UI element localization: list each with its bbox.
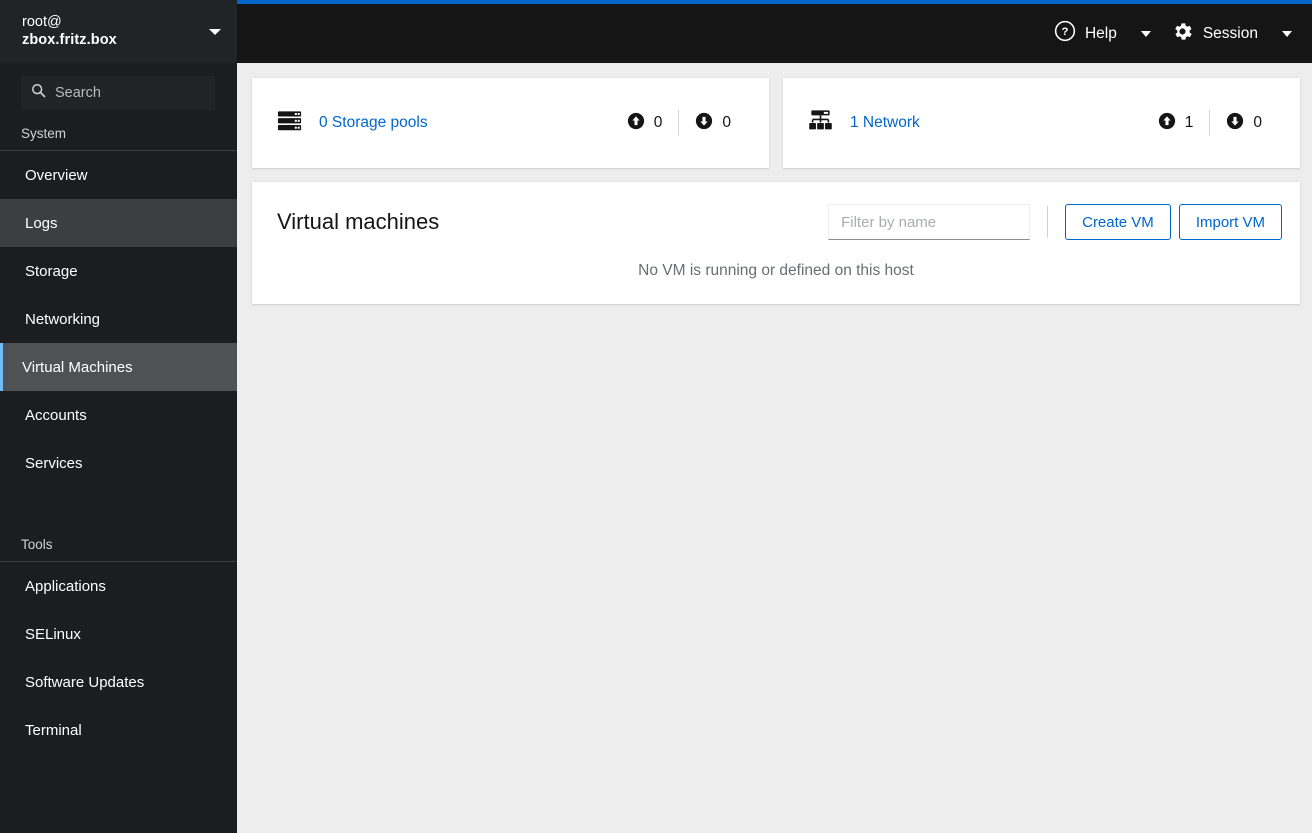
help-label: Help <box>1084 24 1117 42</box>
summary-card-row: 0 Storage pools 0 0 1 Network 1 0 <box>252 78 1300 168</box>
toolbar-divider <box>1047 206 1049 238</box>
storage-pools-card-left: 0 Storage pools <box>276 107 611 139</box>
networks-inactive-count: 0 <box>1253 114 1262 131</box>
help-button[interactable]: ? Help <box>1044 14 1127 53</box>
networks-card-left: 1 Network <box>807 107 1142 139</box>
sidebar-item-accounts[interactable]: Accounts <box>0 391 237 439</box>
networks-inactive-stat: 0 <box>1210 112 1278 135</box>
sidebar-item-networking[interactable]: Networking <box>0 295 237 343</box>
storage-pool-icon <box>276 107 303 139</box>
networks-link[interactable]: 1 Network <box>850 114 920 132</box>
storage-pools-inactive-stat: 0 <box>679 112 747 135</box>
session-button[interactable]: Session <box>1161 14 1268 54</box>
session-label: Session <box>1202 24 1258 42</box>
sidebar-item-services[interactable]: Services <box>0 439 237 487</box>
storage-pools-inactive-count: 0 <box>722 114 731 131</box>
virtual-machines-header: Virtual machines Create VM Import VM <box>252 182 1300 258</box>
session-caret-down-icon[interactable] <box>1282 30 1292 37</box>
virtual-machines-card: Virtual machines Create VM Import VM No … <box>252 182 1300 304</box>
networks-stats: 1 0 <box>1142 110 1278 136</box>
sidebar-search-container: Search <box>0 63 237 120</box>
host-user: root@ <box>22 14 62 31</box>
nav-section-system-title: System <box>0 120 237 151</box>
arrow-down-circle-icon <box>695 112 713 135</box>
import-vm-button[interactable]: Import VM <box>1178 204 1282 240</box>
help-circle-icon: ? <box>1054 20 1076 47</box>
sidebar-item-logs[interactable]: Logs <box>0 199 237 247</box>
virtual-machines-toolbar: Create VM Import VM <box>828 204 1282 240</box>
sidebar-item-storage[interactable]: Storage <box>0 247 237 295</box>
sidebar: root@ zbox.fritz.box Search System Overv… <box>0 0 237 833</box>
host-switcher[interactable]: root@ zbox.fritz.box <box>0 0 237 63</box>
content-area: 0 Storage pools 0 0 1 Network 1 0 Virtua… <box>237 63 1312 833</box>
sidebar-item-overview[interactable]: Overview <box>0 151 237 199</box>
storage-pools-active-count: 0 <box>653 114 663 131</box>
networks-card: 1 Network 1 0 <box>783 78 1300 168</box>
help-caret-down-icon[interactable] <box>1140 30 1151 37</box>
search-icon <box>31 83 46 103</box>
create-vm-button[interactable]: Create VM <box>1065 204 1171 240</box>
svg-text:?: ? <box>1061 26 1068 38</box>
sidebar-item-applications[interactable]: Applications <box>0 562 237 610</box>
nav-section-tools-title: Tools <box>0 515 237 562</box>
sidebar-item-selinux[interactable]: SELinux <box>0 610 237 658</box>
main-area: ? Help Session 0 Storage pools 0 0 1 Net… <box>237 0 1312 833</box>
search-input[interactable]: Search <box>21 76 215 110</box>
storage-pools-active-stat: 0 <box>611 112 679 135</box>
network-topology-icon <box>807 107 834 139</box>
host-machine: zbox.fritz.box <box>22 31 117 48</box>
host-labels: root@ zbox.fritz.box <box>22 14 201 48</box>
arrow-up-circle-icon <box>1158 112 1176 135</box>
sidebar-item-software-updates[interactable]: Software Updates <box>0 658 237 706</box>
storage-pools-stats: 0 0 <box>611 110 747 136</box>
chevron-down-icon <box>209 28 221 35</box>
arrow-up-circle-icon <box>627 112 645 135</box>
networks-active-stat: 1 <box>1142 112 1210 135</box>
cockpit-console: root@ zbox.fritz.box Search System Overv… <box>0 0 1312 833</box>
sidebar-item-virtual-machines[interactable]: Virtual Machines <box>0 343 237 391</box>
empty-state-message: No VM is running or defined on this host <box>638 262 914 279</box>
storage-pools-link[interactable]: 0 Storage pools <box>319 114 428 132</box>
networks-active-count: 1 <box>1184 114 1194 131</box>
filter-by-name-input[interactable] <box>828 204 1031 240</box>
topbar: ? Help Session <box>237 0 1312 63</box>
search-placeholder: Search <box>55 85 101 101</box>
gear-icon <box>1171 20 1194 48</box>
sidebar-item-terminal[interactable]: Terminal <box>0 706 237 754</box>
storage-pools-card: 0 Storage pools 0 0 <box>252 78 769 168</box>
page-title: Virtual machines <box>277 209 440 234</box>
arrow-down-circle-icon <box>1226 112 1244 135</box>
